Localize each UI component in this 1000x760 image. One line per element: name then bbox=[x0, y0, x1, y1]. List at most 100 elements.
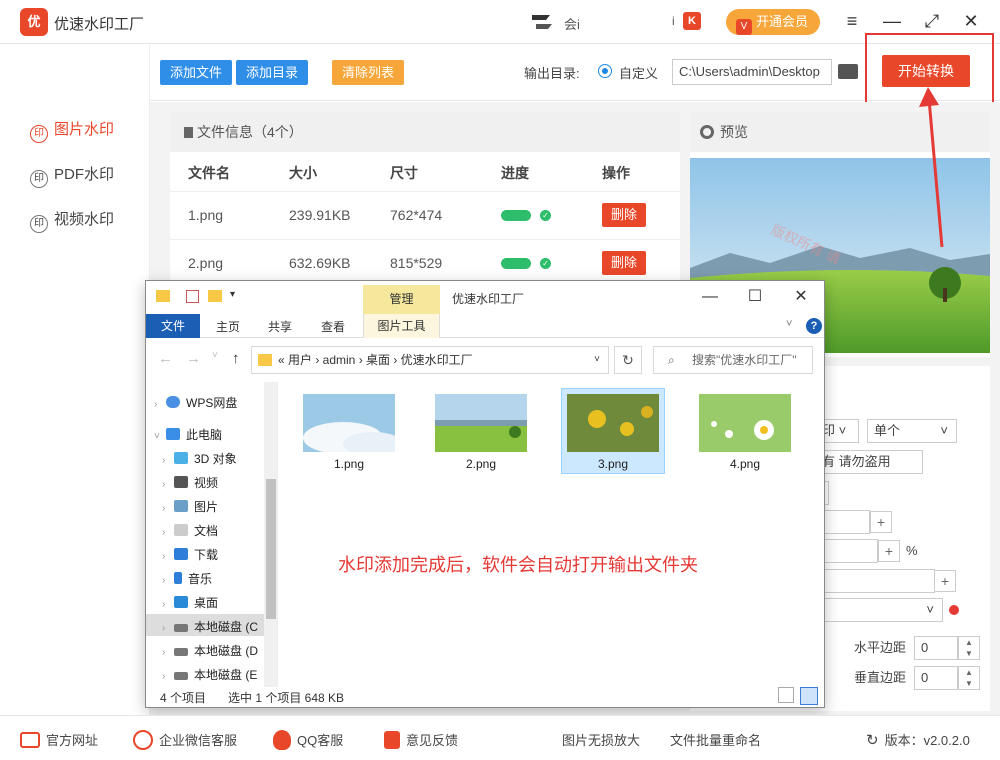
file-name[interactable]: 1.png bbox=[297, 457, 401, 471]
maximize-icon[interactable]: ⤢ bbox=[921, 10, 943, 32]
chevron-down-icon[interactable]: ˅ bbox=[594, 347, 600, 373]
link-label: 官方网址 bbox=[46, 733, 99, 748]
nav-item-pictures[interactable]: › 图片 bbox=[162, 498, 218, 515]
nav-item-3d[interactable]: › 3D 对象 bbox=[162, 450, 237, 467]
document-icon bbox=[174, 524, 188, 536]
watermark-mode-select[interactable]: 单个 ˅ bbox=[867, 419, 957, 443]
nav-item-drive-d[interactable]: › 本地磁盘 (D bbox=[162, 642, 258, 659]
refresh-icon[interactable]: ↻ bbox=[614, 346, 642, 374]
v-margin-input[interactable]: 0 bbox=[914, 666, 958, 690]
output-path-input[interactable]: C:\Users\admin\Desktop bbox=[672, 59, 832, 85]
batch-rename-link[interactable]: 文件批量重命名 bbox=[670, 730, 761, 749]
nav-item-drive-e[interactable]: › 本地磁盘 (E bbox=[162, 666, 257, 683]
link-label: 意见反馈 bbox=[406, 733, 459, 748]
nav-item-drive-c[interactable]: › 本地磁盘 (C bbox=[162, 618, 258, 635]
minimize-icon[interactable]: — bbox=[881, 10, 903, 32]
increment-button[interactable]: + bbox=[934, 570, 956, 592]
feedback-link[interactable]: 意见反馈 bbox=[384, 730, 458, 749]
stepper[interactable]: ▲ ▼ bbox=[958, 666, 980, 690]
nav-item-desktop[interactable]: › 桌面 bbox=[162, 594, 218, 611]
close-icon[interactable]: ✕ bbox=[791, 287, 811, 307]
file-name[interactable]: 2.png bbox=[429, 457, 533, 471]
v-margin-label: 垂直边距 bbox=[854, 670, 907, 685]
new-folder-icon[interactable] bbox=[208, 290, 222, 302]
tab-file[interactable]: 文件 bbox=[146, 314, 200, 338]
add-directory-button[interactable]: 添加目录 bbox=[236, 60, 308, 85]
details-view-icon[interactable] bbox=[778, 687, 794, 703]
file-thumbnail[interactable] bbox=[435, 394, 527, 452]
properties-icon[interactable] bbox=[186, 290, 199, 303]
sidebar-item-pdf-watermark[interactable]: 印 PDF水印 bbox=[30, 163, 114, 188]
large-icons-view-icon[interactable] bbox=[800, 687, 818, 705]
quick-access-dropdown-icon[interactable]: ▾ bbox=[230, 289, 235, 300]
ad-text[interactable]: 会i bbox=[564, 14, 580, 33]
increment-button[interactable]: + bbox=[870, 511, 892, 533]
chevron-down-icon[interactable]: ˅ bbox=[786, 318, 792, 330]
help-icon[interactable]: ? bbox=[806, 318, 822, 334]
wechat-support-link[interactable]: 企业微信客服 bbox=[133, 730, 237, 750]
forward-icon[interactable]: → bbox=[186, 350, 201, 367]
sidebar-item-label: PDF水印 bbox=[54, 166, 115, 183]
column-header-dimensions: 尺寸 bbox=[390, 165, 418, 181]
tab-picture-tools[interactable]: 图片工具 bbox=[363, 314, 440, 338]
sidebar-item-video-watermark[interactable]: 印视频水印 bbox=[30, 208, 114, 233]
menu-icon[interactable]: ≡ bbox=[841, 10, 863, 32]
search-input[interactable]: ⌕ 搜索"优速水印工厂" bbox=[653, 346, 813, 374]
feedback-icon bbox=[384, 731, 400, 749]
official-site-link[interactable]: 官方网址 bbox=[20, 730, 98, 749]
lossless-enlarge-link[interactable]: 图片无损放大 bbox=[562, 730, 640, 749]
tab-share[interactable]: 共享 bbox=[268, 318, 292, 335]
address-bar[interactable]: « 用户 › admin › 桌面 › 优速水印工厂 ˅ bbox=[251, 346, 609, 374]
delete-button[interactable]: 删除 bbox=[602, 251, 646, 275]
tab-view[interactable]: 查看 bbox=[321, 318, 345, 335]
stepper[interactable]: ▲ ▼ bbox=[958, 636, 980, 660]
increment-button[interactable]: + bbox=[878, 540, 900, 562]
drive-icon bbox=[174, 648, 188, 656]
nav-item-downloads[interactable]: › 下载 bbox=[162, 546, 218, 563]
file-explorer-window: ▾ 管理 优速水印工厂 — ☐ ✕ 文件 主页 共享 查看 图片工具 ˅ ? ←… bbox=[145, 280, 825, 708]
sidebar-item-label: 图片水印 bbox=[54, 121, 115, 138]
back-icon[interactable]: ← bbox=[158, 350, 173, 367]
nav-item-this-pc[interactable]: ˅ 此电脑 bbox=[154, 426, 222, 443]
add-file-button[interactable]: 添加文件 bbox=[160, 60, 232, 85]
file-thumbnail[interactable] bbox=[567, 394, 659, 452]
file-name[interactable]: 4.png bbox=[693, 457, 797, 471]
manage-tab[interactable]: 管理 bbox=[363, 285, 440, 314]
nav-item-music[interactable]: › 音乐 bbox=[162, 570, 212, 587]
custom-dir-radio[interactable] bbox=[598, 64, 612, 78]
chevron-down-icon[interactable]: ˅ bbox=[212, 350, 218, 361]
nav-item-wps[interactable]: › WPS网盘 bbox=[154, 394, 237, 411]
watermark-icon: 印 bbox=[30, 215, 48, 233]
nav-label: 此电脑 bbox=[186, 428, 223, 442]
file-name[interactable]: 3.png bbox=[561, 457, 665, 471]
file-thumbnail[interactable] bbox=[303, 394, 395, 452]
h-margin-input[interactable]: 0 bbox=[914, 636, 958, 660]
vip-button[interactable]: V 开通会员 bbox=[726, 9, 820, 35]
file-panel-title: 文件信息（4个） bbox=[197, 124, 303, 140]
minimize-icon[interactable]: — bbox=[700, 287, 720, 307]
column-header-progress: 进度 bbox=[501, 165, 529, 181]
folder-icon[interactable] bbox=[838, 64, 858, 79]
clear-list-button[interactable]: 清除列表 bbox=[332, 60, 404, 85]
ad-logo-icon[interactable] bbox=[528, 11, 554, 33]
up-icon[interactable]: ↑ bbox=[232, 350, 240, 367]
scrollbar-thumb[interactable] bbox=[266, 479, 276, 619]
qq-support-link[interactable]: QQ客服 bbox=[273, 730, 343, 750]
delete-button[interactable]: 删除 bbox=[602, 203, 646, 227]
tab-home[interactable]: 主页 bbox=[216, 318, 240, 335]
close-icon[interactable]: ✕ bbox=[960, 10, 982, 32]
nav-item-documents[interactable]: › 文档 bbox=[162, 522, 218, 539]
watermark-text-input[interactable]: 有 请勿盗用 bbox=[815, 450, 923, 474]
breadcrumb[interactable]: « 用户 › admin › 桌面 › 优速水印工厂 bbox=[278, 353, 473, 367]
divider bbox=[170, 191, 680, 192]
maximize-icon[interactable]: ☐ bbox=[745, 287, 765, 307]
nav-label: 音乐 bbox=[188, 572, 213, 586]
custom-dir-label[interactable]: 自定义 bbox=[619, 63, 658, 82]
nav-item-video[interactable]: › 视频 bbox=[162, 474, 218, 491]
rotation-input[interactable] bbox=[815, 569, 935, 593]
sidebar-item-image-watermark[interactable]: 印图片水印 bbox=[30, 118, 114, 143]
file-thumbnail[interactable] bbox=[699, 394, 791, 452]
computer-icon bbox=[166, 428, 180, 440]
badge-icon[interactable]: K bbox=[683, 12, 701, 30]
position-select[interactable]: ˅ bbox=[815, 598, 943, 622]
